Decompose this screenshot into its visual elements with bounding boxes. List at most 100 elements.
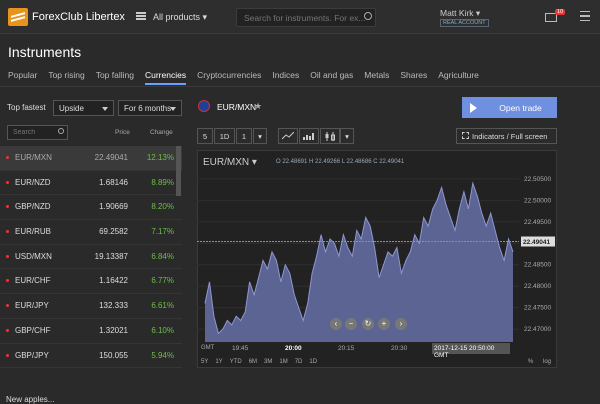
open-trade-button[interactable]: Open trade: [462, 97, 557, 118]
crosshair-time-label: 2017-12-15 20:50:00 GMT: [432, 343, 510, 359]
chevron-down-icon: [170, 107, 176, 111]
list-scrollbar[interactable]: [176, 146, 181, 196]
instrument-change: 8.89%: [151, 177, 174, 187]
tab-cryptocurrencies[interactable]: Cryptocurrencies: [197, 70, 261, 85]
log-scale-button[interactable]: log: [543, 359, 551, 365]
tab-popular[interactable]: Popular: [8, 70, 37, 85]
status-dot-icon: [6, 180, 9, 184]
scroll-left-button[interactable]: ‹: [330, 318, 342, 330]
range-1d-button[interactable]: 1D: [309, 359, 317, 365]
status-dot-icon: [6, 328, 9, 332]
instrument-change: 6.61%: [151, 301, 174, 311]
period-value: For 6 months: [124, 104, 172, 113]
scroll-right-button[interactable]: ›: [395, 318, 407, 330]
timeframe-1d-button[interactable]: 1D: [214, 128, 235, 144]
time-axis-label: 20:00: [285, 345, 302, 352]
status-dot-icon: [6, 254, 9, 258]
range-7d-button[interactable]: 7D: [295, 359, 303, 365]
menu-icon[interactable]: [136, 12, 146, 20]
column-header-price[interactable]: Price: [115, 129, 130, 136]
direction-select[interactable]: Upside: [53, 100, 114, 116]
instrument-list: EUR/MXN 22.49041 12.13% EUR/NZD 1.68146 8.89%…: [0, 146, 182, 369]
instrument-change: 6.84%: [151, 251, 174, 261]
tab-oil-and-gas[interactable]: Oil and gas: [310, 70, 353, 85]
line-chart-button[interactable]: [278, 128, 298, 144]
chart-pair-selector[interactable]: EUR/MXN ▾: [203, 157, 257, 168]
direction-value: Upside: [59, 104, 84, 113]
percent-scale-button[interactable]: %: [528, 359, 533, 365]
instrument-change: 8.20%: [151, 202, 174, 212]
instrument-price: 132.333: [99, 301, 128, 311]
range-3m-button[interactable]: 3M: [264, 359, 272, 365]
tab-currencies[interactable]: Currencies: [144, 70, 187, 85]
search-icon[interactable]: [58, 128, 64, 134]
candlestick-chart-button[interactable]: [320, 128, 340, 144]
y-tick-label: 22.49500: [524, 219, 551, 226]
settings-menu-icon[interactable]: [580, 11, 590, 21]
range-1m-button[interactable]: 1M: [279, 359, 287, 365]
instrument-row[interactable]: GBP/JPY 150.055 5.94%: [0, 344, 182, 369]
top-bar: ForexClub Libertex All products ▾ Matt K…: [0, 0, 600, 34]
time-axis-label: 19:45: [232, 345, 249, 352]
all-products-menu[interactable]: All products ▾: [153, 12, 207, 23]
range-6m-button[interactable]: 6M: [249, 359, 257, 365]
tab-top-falling[interactable]: Top falling: [96, 70, 134, 85]
period-select[interactable]: For 6 months: [118, 100, 182, 116]
tab-agriculture[interactable]: Agriculture: [438, 70, 479, 85]
range-ytd-button[interactable]: YTD: [230, 359, 242, 365]
candlestick-icon: [325, 132, 335, 141]
search-input[interactable]: [236, 8, 376, 27]
tab-top-rising[interactable]: Top rising: [48, 70, 84, 85]
instrument-price: 1.90669: [99, 202, 128, 212]
status-dot-icon: [6, 230, 9, 234]
tab-shares[interactable]: Shares: [400, 70, 427, 85]
time-axis-label: 20:30: [391, 345, 408, 352]
zoom-out-button[interactable]: −: [345, 318, 357, 330]
instrument-price: 1.16422: [99, 276, 128, 286]
instrument-symbol: EUR/JPY: [15, 301, 49, 311]
instrument-row[interactable]: EUR/CHF 1.16422 6.77%: [0, 269, 182, 295]
instrument-row[interactable]: USD/MXN 19.13387 6.84%: [0, 245, 182, 270]
forexclub-logo-icon[interactable]: [8, 8, 28, 26]
range-1y-button[interactable]: 1Y: [215, 359, 222, 365]
timeframe-dropdown[interactable]: ▾: [253, 128, 267, 144]
user-menu[interactable]: Matt Kirk ▾: [440, 8, 480, 19]
instrument-change: 7.17%: [151, 227, 174, 237]
instrument-price: 19.13387: [94, 251, 128, 261]
bar-chart-button[interactable]: [299, 128, 319, 144]
ohlc-readout: O 22.48691 H 22.49266 L 22.48686 C 22.49…: [276, 159, 405, 165]
status-dot-icon: [6, 353, 9, 357]
instrument-price: 1.68146: [99, 177, 128, 187]
instrument-symbol: USD/MXN: [15, 251, 52, 261]
instrument-symbol: EUR/NZD: [15, 177, 51, 187]
instrument-symbol: GBP/CHF: [15, 325, 51, 335]
timezone-label: GMT: [201, 345, 215, 351]
instrument-row[interactable]: EUR/JPY 132.333 6.61%: [0, 294, 182, 319]
instrument-row[interactable]: GBP/CHF 1.32021 6.10%: [0, 319, 182, 344]
instrument-symbol: EUR/MXN: [15, 153, 52, 162]
column-header-change[interactable]: Change: [150, 129, 173, 136]
timeframe-5-button[interactable]: 5: [197, 128, 213, 144]
tab-indices[interactable]: Indices: [272, 70, 299, 85]
brand-name[interactable]: ForexClub Libertex: [32, 11, 125, 23]
indicators-fullscreen-button[interactable]: Indicators / Full screen: [456, 128, 557, 144]
search-icon[interactable]: [364, 12, 372, 20]
instrument-row[interactable]: EUR/RUB 69.2582 7.17%: [0, 220, 182, 245]
tab-metals[interactable]: Metals: [364, 70, 389, 85]
instrument-row[interactable]: GBP/NZD 1.90669 8.20%: [0, 195, 182, 221]
chart-type-dropdown[interactable]: ▾: [340, 128, 354, 144]
chevron-down-icon: [102, 107, 108, 111]
line-chart-icon: [281, 131, 295, 140]
category-tabs: Popular Top rising Top falling Currencies Cr…: [8, 70, 490, 85]
range-5y-button[interactable]: 5Y: [201, 359, 208, 365]
instrument-row[interactable]: EUR/NZD 1.68146 8.89%: [0, 171, 182, 196]
star-icon[interactable]: ★: [254, 101, 262, 112]
zoom-in-button[interactable]: +: [378, 318, 390, 330]
timeframe-1-button[interactable]: 1: [236, 128, 252, 144]
instrument-row[interactable]: EUR/MXN 22.49041 12.13%: [0, 146, 182, 171]
price-chart[interactable]: 22.5050022.5000022.4950022.4900022.48500…: [197, 150, 557, 368]
fullscreen-icon: [462, 132, 469, 139]
mail-count-badge: 10: [555, 9, 566, 15]
reset-zoom-button[interactable]: ↻: [362, 318, 374, 330]
y-tick-label: 22.48500: [524, 262, 551, 269]
